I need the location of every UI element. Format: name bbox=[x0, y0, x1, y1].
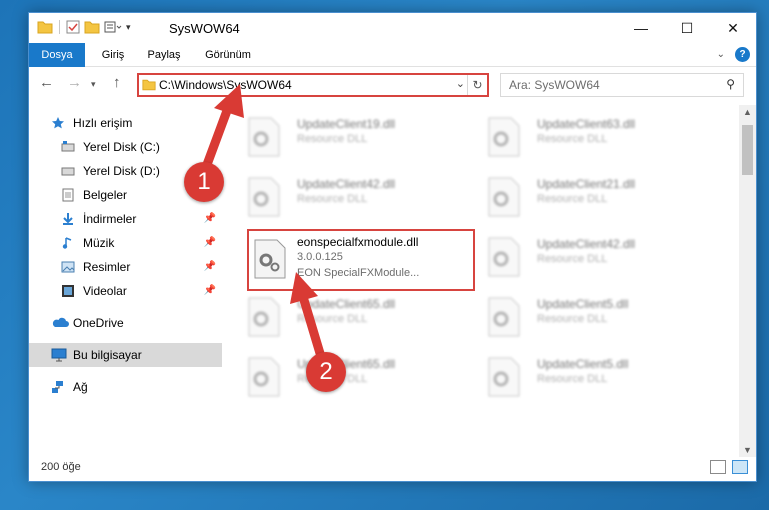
arrow-head-address bbox=[214, 84, 244, 118]
annotation-arrows bbox=[200, 84, 327, 365]
arrow-to-address-bar bbox=[200, 103, 233, 175]
arrow-head-file bbox=[290, 272, 318, 304]
step-badge-2: 2 bbox=[306, 352, 346, 392]
step-badge-1: 1 bbox=[184, 162, 224, 202]
arrow-to-file bbox=[299, 295, 327, 365]
